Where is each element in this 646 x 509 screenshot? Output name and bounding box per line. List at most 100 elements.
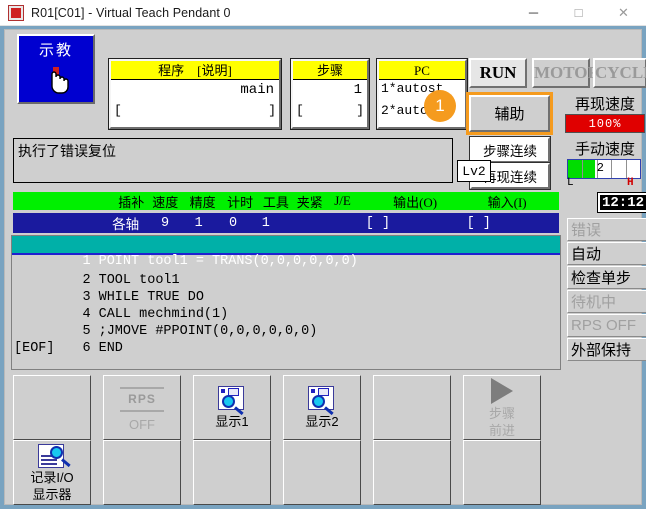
close-icon[interactable]: ✕	[601, 0, 646, 26]
line-code: CALL mechmind(1)	[98, 307, 229, 322]
rps-state-label: OFF	[129, 416, 155, 432]
teach-pendant-frame: 示教 程序 [说明] main [ ] 步骤 1 [ ] PC 1*autost…	[0, 26, 646, 509]
status-standby[interactable]: 待机中	[567, 290, 646, 313]
program-editor[interactable]: 1 POINT tool1 = TRANS(0,0,0,0,0,0) 2 TOOL …	[11, 235, 561, 370]
rps-label: RPS	[128, 391, 156, 406]
status-auto[interactable]: 自动	[567, 242, 646, 265]
hand-pointer-icon	[51, 67, 69, 94]
cycle-button[interactable]: CYCLE	[593, 58, 646, 88]
line-code: ;JMOVE #PPOINT(0,0,0,0,0,0)	[98, 324, 318, 339]
fn-button-step-forward-label-1: 步骤	[488, 405, 515, 421]
program-panel-brackets: [ ]	[111, 103, 279, 123]
status-check-step[interactable]: 检查单步	[567, 266, 646, 289]
row-timer: 0	[229, 215, 238, 231]
function-column-5	[373, 375, 451, 505]
bracket-right: ]	[268, 103, 276, 118]
message-box: 执行了错误复位	[13, 138, 453, 183]
message-level-badge[interactable]: Lv2	[457, 160, 491, 182]
step-panel-value: 1	[353, 82, 362, 98]
step-panel[interactable]: 步骤 1 [ ]	[290, 58, 370, 130]
fn-button-rps[interactable]: RPS OFF	[103, 375, 181, 440]
window-titlebar: R01[C01] - Virtual Teach Pendant 0 ─ □ ✕	[0, 0, 646, 26]
header-je: J/E	[334, 193, 351, 208]
minimize-icon[interactable]: ─	[511, 0, 556, 26]
bracket-left: [	[114, 103, 122, 118]
pc-panel-header: PC	[379, 61, 465, 80]
line-number: 3	[82, 290, 91, 305]
repeat-speed-label: 再现速度	[574, 96, 635, 113]
manual-speed-low-label: L	[567, 177, 574, 189]
line-code: POINT tool1 = TRANS(0,0,0,0,0,0)	[98, 254, 358, 269]
app-icon	[8, 4, 24, 21]
clock-display: 12:12	[597, 192, 646, 213]
repeat-speed-bar[interactable]: 100%	[565, 114, 645, 133]
fn-button-step-forward[interactable]: 步骤 前进	[463, 375, 541, 440]
header-accuracy: 精度	[189, 194, 216, 210]
fn-button-1-bottom-label-1: 记录I/O	[30, 469, 74, 485]
fn-button-5-top[interactable]	[373, 375, 451, 440]
fn-button-display2[interactable]: 显示2	[283, 375, 361, 440]
header-input: 输入(I)	[487, 194, 527, 210]
screen-magnifier-icon	[218, 386, 246, 416]
program-panel-value: main	[240, 82, 274, 98]
motor-button[interactable]: MOTOR	[532, 58, 600, 88]
manual-speed-high-label: H	[627, 177, 634, 189]
fn-button-step-forward-label-2: 前进	[488, 422, 515, 438]
status-table-header: 插补 速度 精度 计时 工具 夹紧 J/E 输出(O) 输入(I)	[13, 192, 559, 210]
header-tool: 工具	[262, 194, 289, 210]
row-tool: 1	[261, 215, 270, 231]
fn-button-5-bottom[interactable]	[373, 440, 451, 505]
fn-button-3-bottom[interactable]	[193, 440, 271, 505]
fn-button-display2-label: 显示2	[305, 414, 339, 429]
row-input: [ ]	[466, 215, 491, 231]
teach-pendant-screen: 示教 程序 [说明] main [ ] 步骤 1 [ ] PC 1*autost…	[4, 29, 646, 505]
aux-button-highlight: 辅助	[466, 92, 553, 135]
fn-button-6-bottom[interactable]	[463, 440, 541, 505]
function-column-2: RPS OFF	[103, 375, 181, 505]
aux-button[interactable]: 辅助	[469, 95, 550, 132]
bracket-right: ]	[356, 103, 364, 118]
line-code: END	[98, 341, 123, 356]
row-accuracy: 1	[194, 215, 203, 231]
fn-button-display1[interactable]: 显示1	[193, 375, 271, 440]
row-output: [ ]	[365, 215, 391, 231]
teach-mode-label: 示教	[38, 42, 73, 59]
function-column-4: 显示2	[283, 375, 361, 505]
maximize-icon[interactable]: □	[556, 0, 601, 26]
function-column-6: 步骤 前进	[463, 375, 541, 505]
annotation-badge-1: 1	[424, 90, 456, 122]
code-line-1[interactable]: 1 POINT tool1 = TRANS(0,0,0,0,0,0)	[12, 236, 560, 269]
program-panel[interactable]: 程序 [说明] main [ ]	[108, 58, 282, 130]
status-error[interactable]: 错误	[567, 218, 646, 241]
step-panel-brackets: [ ]	[293, 103, 367, 123]
play-icon	[491, 377, 513, 404]
row-interp: 各轴	[112, 218, 140, 234]
function-column-3: 显示1	[193, 375, 271, 505]
line-number: 4	[82, 307, 91, 322]
fn-button-2-bottom[interactable]	[103, 440, 181, 505]
fn-button-4-bottom[interactable]	[283, 440, 361, 505]
fn-button-1-bottom-label-2: 显示器	[32, 486, 72, 502]
fn-button-1-bottom[interactable]: 记录I/O 显示器	[13, 440, 91, 505]
header-speed: 速度	[152, 194, 179, 210]
teach-mode-button[interactable]: 示教	[17, 34, 95, 104]
line-number: 6	[82, 341, 91, 356]
screen-magnifier-icon	[308, 386, 336, 416]
row-speed: 9	[160, 215, 170, 231]
status-rps-off[interactable]: RPS OFF	[567, 314, 646, 337]
function-column-1: 记录I/O 显示器	[13, 375, 91, 505]
header-clamp: 夹紧	[296, 194, 323, 210]
run-button[interactable]: RUN	[469, 58, 527, 88]
step-panel-header: 步骤	[293, 61, 367, 80]
header-timer: 计时	[227, 194, 254, 210]
status-table-row: 各轴 9 1 0 1 [ ] [ ]	[13, 213, 559, 234]
document-magnifier-icon	[38, 443, 71, 468]
window-title: R01[C01] - Virtual Teach Pendant 0	[31, 5, 231, 20]
bracket-left: [	[296, 103, 304, 118]
header-output: 输出(O)	[393, 194, 438, 210]
pc-panel[interactable]: PC 1*autost 2*autost	[376, 58, 468, 130]
fn-button-1-top[interactable]	[13, 375, 91, 440]
program-panel-header: 程序 [说明]	[111, 61, 279, 80]
manual-speed-bar[interactable]: 2	[567, 159, 641, 179]
status-ext-hold[interactable]: 外部保持	[567, 338, 646, 361]
